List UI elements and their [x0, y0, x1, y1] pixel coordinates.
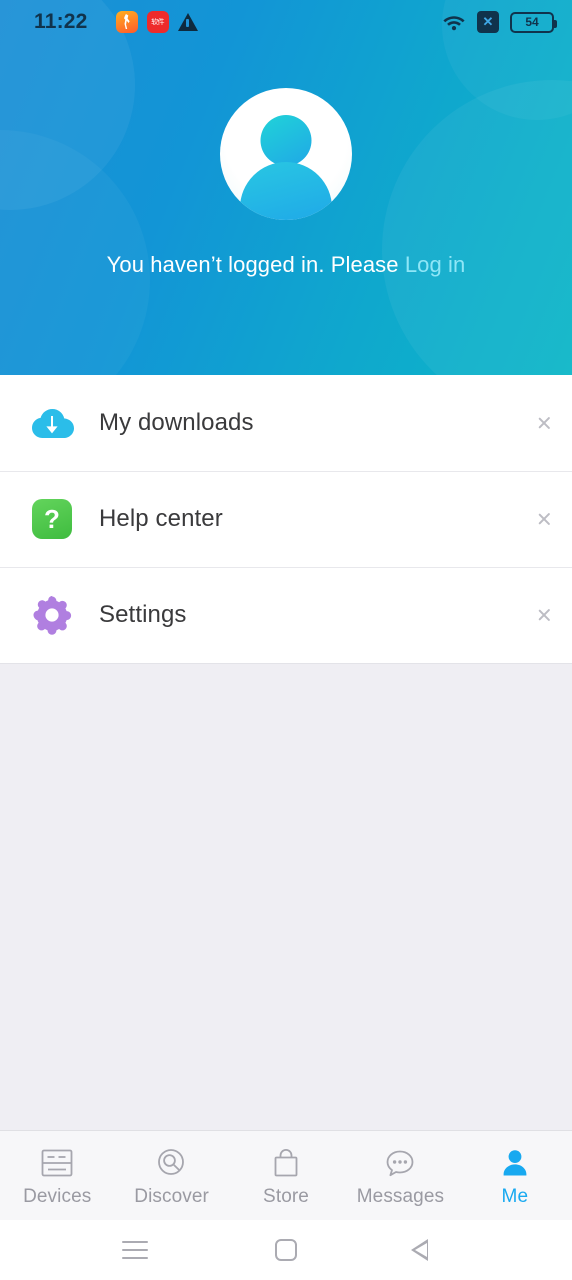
status-bar-system-icons: ✕ 54 — [442, 11, 557, 33]
status-bar-clock: 11:22 — [34, 10, 88, 33]
cloud-download-icon — [28, 399, 76, 447]
device-panel-icon — [40, 1144, 74, 1182]
tab-label: Messages — [356, 1185, 445, 1207]
content-spacer — [0, 664, 572, 1130]
menu-item-settings[interactable]: Settings — [0, 567, 572, 663]
chevron-right-icon — [537, 508, 550, 530]
tab-label: Discover — [134, 1185, 209, 1207]
bottom-tab-bar: Devices Discover Store Messages Me — [0, 1130, 572, 1220]
avatar[interactable] — [220, 88, 352, 220]
question-mark-icon: ? — [28, 495, 76, 543]
login-prompt: You haven’t logged in. Please Log in — [107, 252, 466, 278]
menu-item-label: Settings — [99, 601, 187, 628]
tab-me[interactable]: Me — [458, 1144, 572, 1208]
home-square-icon — [274, 1239, 297, 1261]
menu-item-help-center[interactable]: ? Help center — [0, 471, 572, 567]
battery-indicator: 54 — [510, 11, 557, 33]
hamburger-icon — [122, 1241, 149, 1259]
chinese-app-icon: 软件 — [146, 11, 169, 33]
menu-item-my-downloads[interactable]: My downloads — [0, 375, 572, 471]
wifi-icon — [442, 13, 466, 31]
menu-item-label: Help center — [99, 505, 223, 532]
phone-screen: 11:22 软件 ✕ 54 You haven’t logged in. Ple… — [0, 0, 572, 1280]
profile-block: You haven’t logged in. Please Log in — [0, 44, 572, 278]
tab-label: Devices — [23, 1185, 92, 1207]
magnifier-icon — [155, 1144, 189, 1182]
chevron-right-icon — [537, 604, 550, 626]
chevron-right-icon — [537, 412, 550, 434]
running-app-icon — [115, 11, 138, 33]
back-button[interactable] — [411, 1230, 460, 1270]
tab-store[interactable]: Store — [229, 1144, 343, 1208]
profile-header: 11:22 软件 ✕ 54 You haven’t logged in. Ple… — [0, 0, 572, 375]
person-icon — [498, 1144, 532, 1182]
back-triangle-icon — [411, 1239, 445, 1261]
battery-level-text: 54 — [525, 15, 539, 29]
tab-devices[interactable]: Devices — [0, 1144, 114, 1208]
log-in-link[interactable]: Log in — [405, 252, 466, 277]
menu-list: My downloads ? Help center Settings — [0, 375, 572, 664]
tab-label: Store — [263, 1185, 309, 1207]
status-bar: 11:22 软件 ✕ 54 — [0, 0, 572, 44]
avatar-head — [260, 115, 312, 166]
gear-icon — [28, 591, 76, 639]
tab-label: Me — [501, 1185, 529, 1207]
android-navigation-bar — [0, 1220, 572, 1280]
status-bar-notification-icons: 软件 — [115, 11, 198, 33]
home-button[interactable] — [263, 1230, 309, 1270]
no-signal-x-icon: ✕ — [477, 11, 499, 33]
chat-bubble-icon — [383, 1144, 417, 1182]
login-prompt-text: You haven’t logged in. Please — [106, 252, 399, 277]
avatar-body — [240, 162, 332, 220]
menu-item-label: My downloads — [99, 409, 254, 436]
tab-messages[interactable]: Messages — [343, 1144, 457, 1208]
tab-discover[interactable]: Discover — [114, 1144, 228, 1208]
warning-triangle-icon — [177, 13, 198, 31]
shopping-bag-icon — [269, 1144, 303, 1182]
recents-button[interactable] — [112, 1230, 158, 1270]
